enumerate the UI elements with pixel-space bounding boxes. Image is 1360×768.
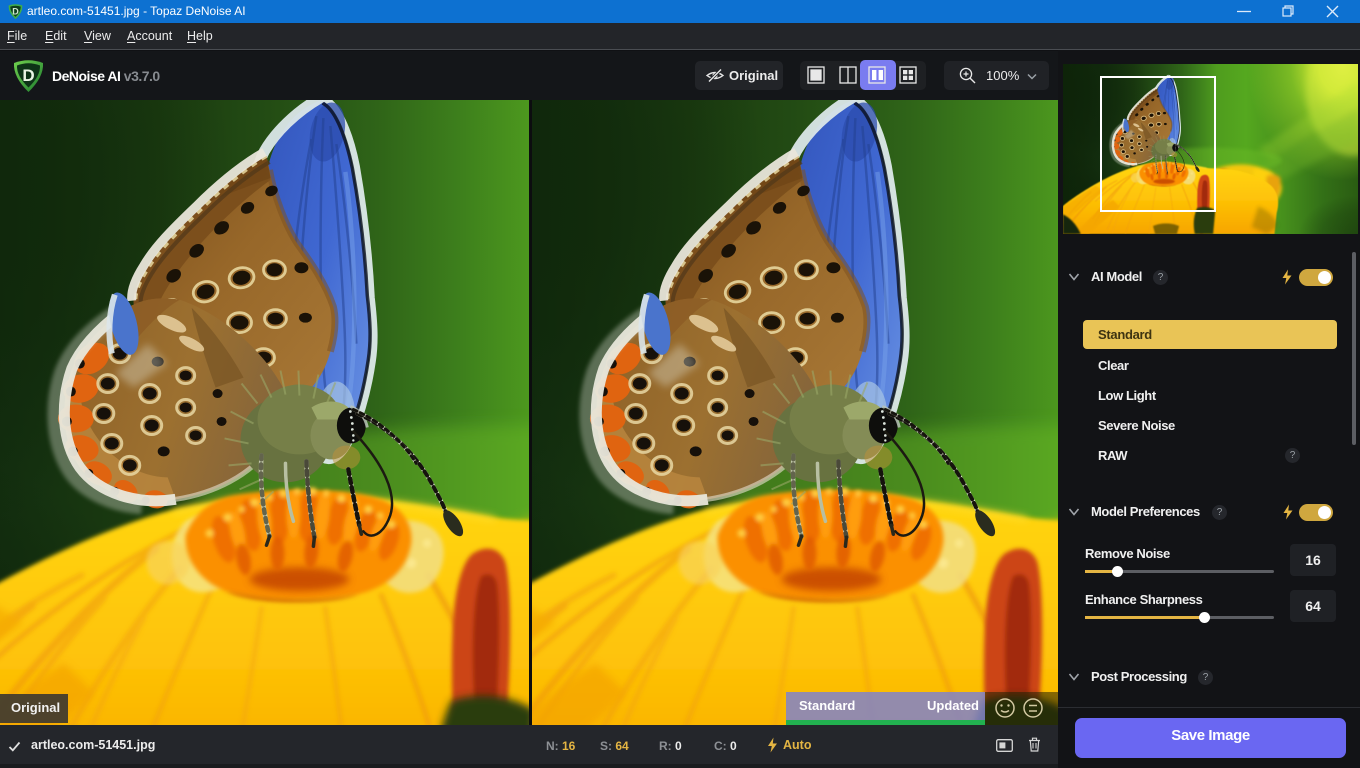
svg-text:D: D xyxy=(22,66,34,85)
svg-text:D: D xyxy=(12,7,19,17)
